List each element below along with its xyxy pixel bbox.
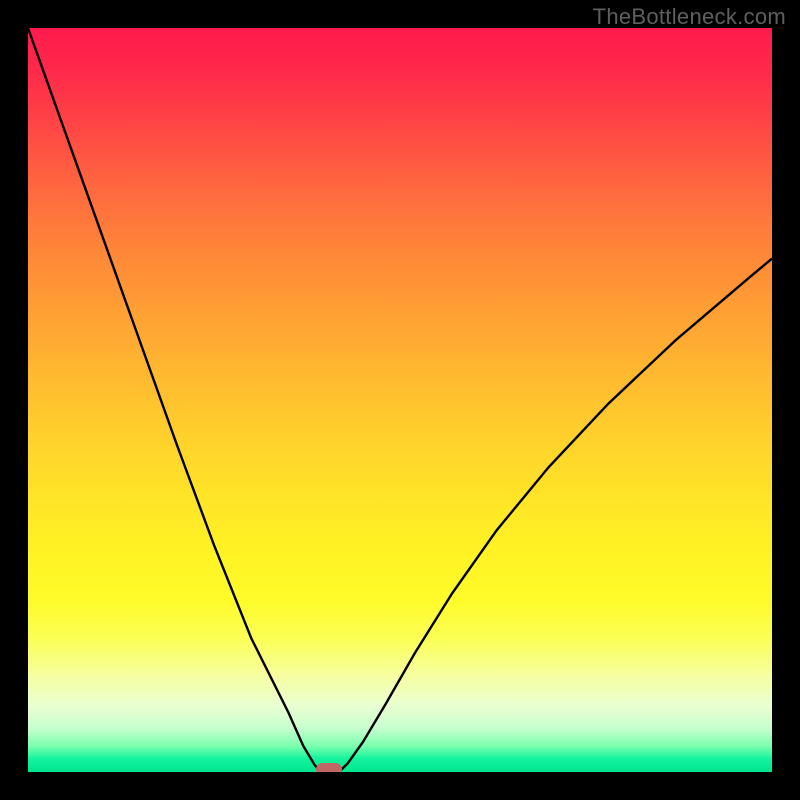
plot-area bbox=[28, 28, 772, 772]
minimum-marker bbox=[316, 763, 342, 772]
watermark-text: TheBottleneck.com bbox=[593, 4, 786, 30]
chart-frame: TheBottleneck.com bbox=[0, 0, 800, 800]
curve-right bbox=[339, 259, 772, 772]
curve-left bbox=[28, 28, 320, 772]
curve-svg bbox=[28, 28, 772, 772]
